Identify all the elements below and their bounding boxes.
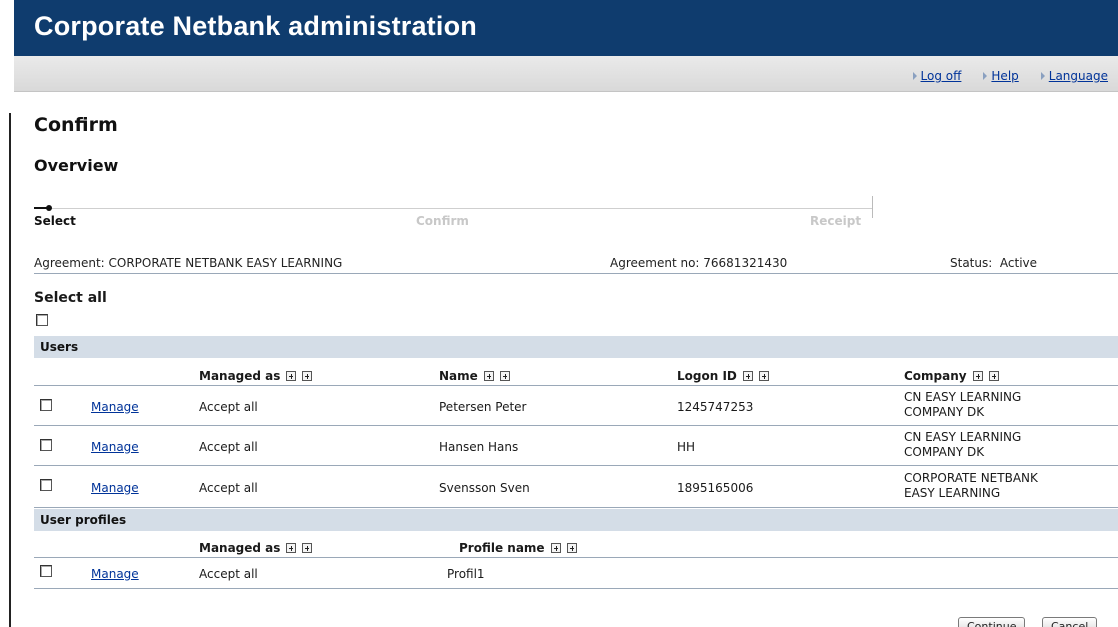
select-all-checkbox[interactable] [36,314,48,326]
logoff-link[interactable]: Log off [912,69,962,83]
top-links: Log off Help Language [912,69,1108,83]
expand-icon[interactable] [286,543,297,553]
col-profile-name-label: Profile name [459,541,545,555]
logon-id: 1245747253 [677,400,754,414]
col-logon-id-label: Logon ID [677,369,737,383]
page-subtitle: Overview [34,156,119,175]
expand-icon[interactable] [499,371,510,381]
expand-icon[interactable] [566,543,577,553]
expand-icon[interactable] [758,371,769,381]
agreement-status: Status: Active [950,256,1038,270]
table-row: Manage Accept all Svensson Sven 18951650… [34,466,1118,508]
manage-link[interactable]: Manage [91,481,139,495]
logoff-label: Log off [920,69,962,83]
arrow-right-icon [1040,72,1045,80]
users-column-headers: Managed as Name Logon ID Company [34,366,1118,386]
col-managed-as: Managed as [199,369,313,383]
step-select: Select [34,214,76,228]
logon-id: 1895165006 [677,481,754,495]
row-checkbox[interactable] [40,565,52,577]
managed-as-value: Accept all [199,481,258,495]
language-link[interactable]: Language [1040,69,1108,83]
arrow-right-icon [983,72,988,80]
agreement-info: Agreement: CORPORATE NETBANK EASY LEARNI… [34,256,1118,274]
col-name-label: Name [439,369,478,383]
continue-button[interactable]: Continue [958,617,1026,627]
col-company: Company [904,369,999,383]
top-toolbar: Log off Help Language [14,56,1118,92]
users-section-header: Users [34,336,1118,358]
progress-end [872,196,873,218]
left-border [9,113,11,627]
col-name: Name [439,369,510,383]
col-managed-as-label: Managed as [199,369,281,383]
managed-as-value: Accept all [199,567,258,581]
expand-icon[interactable] [988,371,999,381]
profiles-section-header: User profiles [34,509,1118,531]
company-name: CN EASY LEARNING COMPANY DK [904,390,1021,420]
manage-link[interactable]: Manage [91,567,139,581]
progress-track [34,208,872,209]
col-company-label: Company [904,369,967,383]
row-checkbox[interactable] [40,479,52,491]
step-receipt: Receipt [810,214,862,228]
app-header: Corporate Netbank administration [14,0,1118,56]
cancel-button[interactable]: Cancel [1042,617,1098,627]
company-line: CN EASY LEARNING [904,430,1022,444]
expand-icon[interactable] [742,371,753,381]
progress-marker [46,205,52,211]
manage-link[interactable]: Manage [91,440,139,454]
user-name: Svensson Sven [439,481,530,495]
table-row: Manage Accept all Profil1 [34,558,1118,589]
company-line: CORPORATE NETBANK [904,471,1038,485]
arrow-right-icon [912,72,917,80]
language-label: Language [1048,69,1108,83]
expand-icon[interactable] [550,543,561,553]
table-row: Manage Accept all Petersen Peter 1245747… [34,386,1118,426]
row-checkbox[interactable] [40,399,52,411]
company-line: COMPANY DK [904,405,985,419]
company-name: CN EASY LEARNING COMPANY DK [904,430,1021,460]
agreement-number: Agreement no: 76681321430 [610,256,788,270]
user-name: Petersen Peter [439,400,527,414]
col-profile-name: Profile name [459,541,577,555]
company-line: CN EASY LEARNING [904,390,1022,404]
expand-icon[interactable] [286,371,297,381]
col-logon-id: Logon ID [677,369,769,383]
row-checkbox[interactable] [40,439,52,451]
expand-icon[interactable] [302,543,313,553]
company-line: COMPANY DK [904,445,985,459]
managed-as-value: Accept all [199,400,258,414]
managed-as-value: Accept all [199,440,258,454]
expand-icon[interactable] [302,371,313,381]
agreement-name: Agreement: CORPORATE NETBANK EASY LEARNI… [34,256,343,270]
logon-id: HH [677,440,696,454]
user-name: Hansen Hans [439,440,519,454]
expand-icon[interactable] [972,371,983,381]
col-managed-as: Managed as [199,541,313,555]
col-managed-as-label: Managed as [199,541,281,555]
page-title: Confirm [34,114,118,136]
company-name: CORPORATE NETBANK EASY LEARNING [904,471,1038,501]
select-all-label: Select all [34,290,107,306]
table-row: Manage Accept all Hansen Hans HH CN EASY… [34,426,1118,466]
profile-name: Profil1 [447,567,485,581]
help-link[interactable]: Help [983,69,1019,83]
manage-link[interactable]: Manage [91,400,139,414]
company-line: EASY LEARNING [904,486,1001,500]
step-confirm: Confirm [416,214,469,228]
profiles-column-headers: Managed as Profile name [34,538,1118,558]
expand-icon[interactable] [483,371,494,381]
progress-steps: Select Confirm Receipt [34,196,876,236]
help-label: Help [991,69,1019,83]
app-title: Corporate Netbank administration [34,11,477,41]
